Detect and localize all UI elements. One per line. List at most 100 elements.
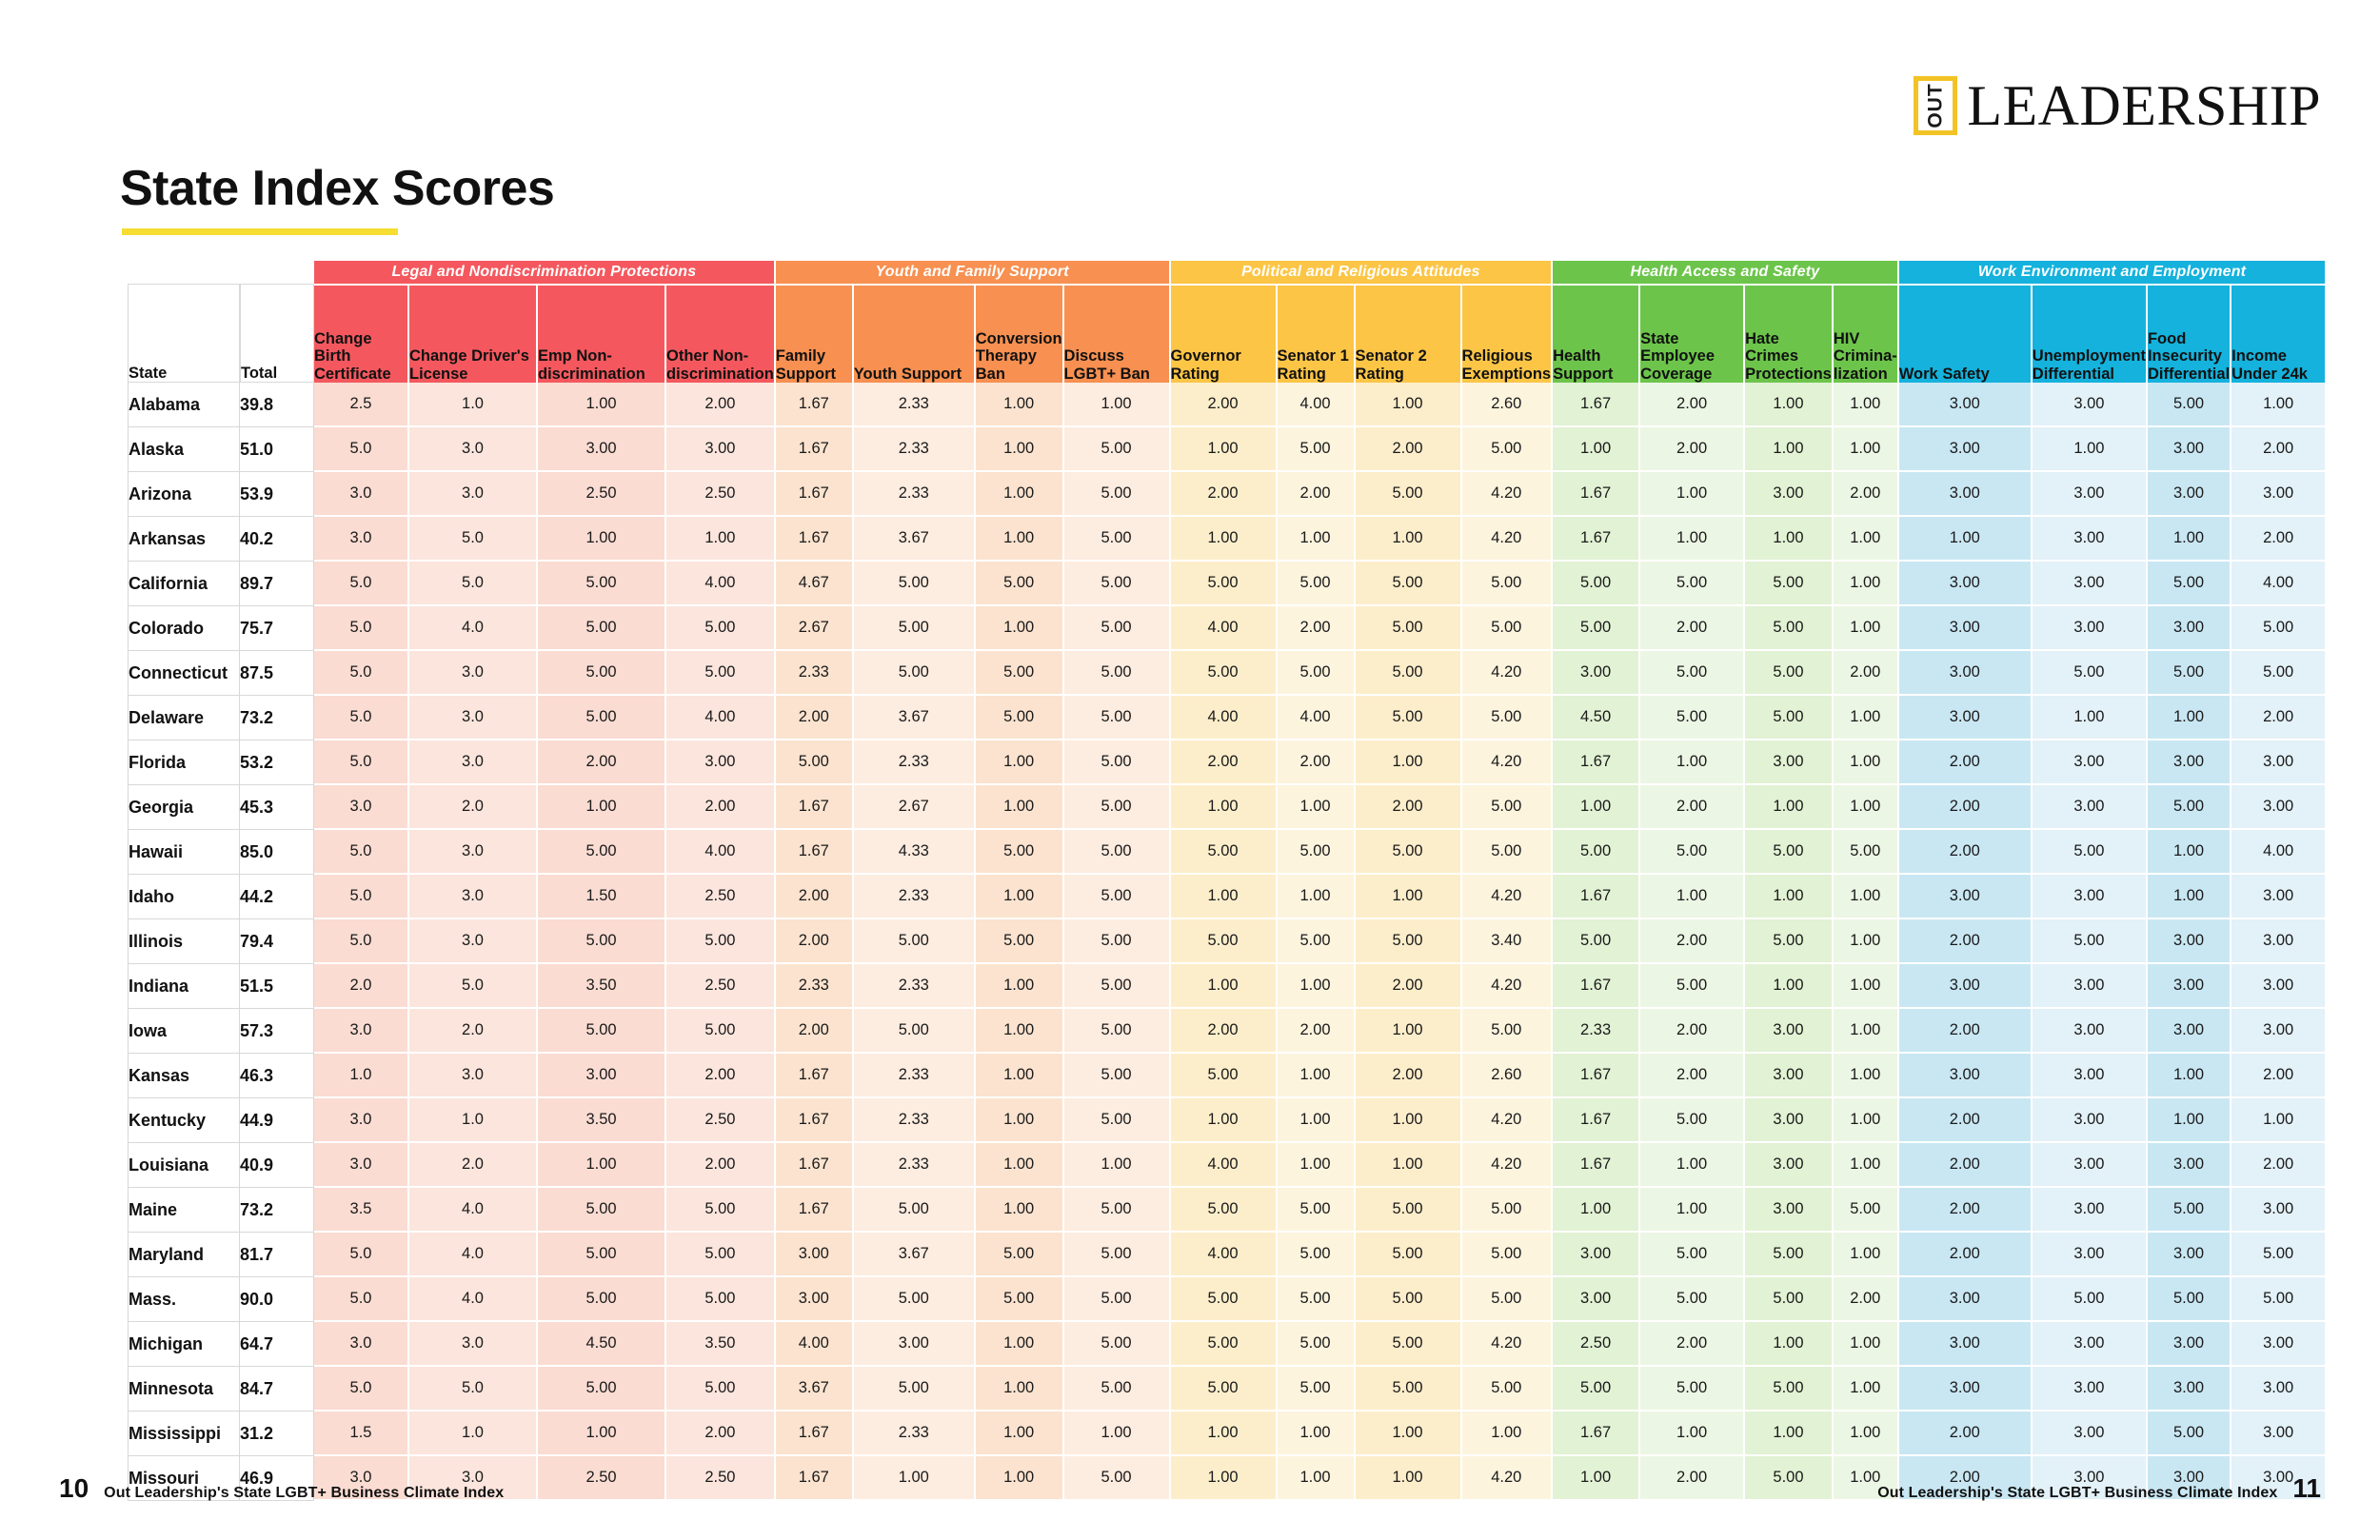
cell-value: 3.00: [1745, 1188, 1834, 1233]
cell-value: 1.00: [1553, 427, 1641, 472]
cell-state: Alabama: [128, 383, 240, 427]
cell-value: 5.00: [2147, 383, 2232, 427]
cell-value: 2.00: [538, 740, 666, 785]
cell-value: 1.00: [975, 606, 1064, 651]
cell-value: 1.00: [1355, 1143, 1462, 1188]
cell-value: 5.00: [1277, 830, 1356, 875]
cell-value: 5.00: [1063, 427, 1171, 472]
cell-value: 1.00: [1063, 1143, 1171, 1188]
table-row: Connecticut 87.5 5.0 3.0 5.00 5.00 2.33 5.00 5.0…: [128, 651, 2328, 696]
cell-value: 2.0: [314, 964, 409, 1009]
cell-value: 1.67: [1553, 517, 1641, 562]
cell-value: 1.67: [1553, 875, 1641, 919]
cell-value: 5.00: [1355, 1233, 1462, 1277]
cell-value: 1.00: [1833, 1009, 1899, 1054]
cell-value: 5.00: [1553, 562, 1641, 606]
cell-value: 5.00: [1745, 1277, 1834, 1322]
cell-value: 5.00: [975, 562, 1064, 606]
cell-value: 2.00: [1640, 427, 1746, 472]
cell-value: 3.00: [1553, 1277, 1641, 1322]
cell-value: 1.00: [975, 1367, 1064, 1412]
cell-value: 5.00: [1461, 562, 1554, 606]
cell-value: 2.00: [1640, 1009, 1746, 1054]
cell-value: 2.50: [666, 1098, 776, 1143]
state-index-table: Legal and Nondiscrimination Protections Y…: [128, 261, 2328, 1501]
cell-value: 5.0: [314, 651, 409, 696]
cell-value: 1.00: [1355, 517, 1462, 562]
cell-value: 2.00: [1898, 1188, 2033, 1233]
cell-value: 2.00: [775, 919, 854, 964]
cell-value: 1.00: [1833, 875, 1899, 919]
column-header-14: Hate Crimes Protections: [1745, 284, 1834, 383]
cell-value: 2.00: [1355, 1054, 1462, 1098]
column-header-3: Other Non-discrimination: [666, 284, 776, 383]
cell-value: 2.33: [853, 1412, 976, 1456]
cell-state: Idaho: [128, 875, 240, 919]
cell-value: 1.67: [775, 427, 854, 472]
table-row: Maine 73.2 3.5 4.0 5.00 5.00 1.67 5.00 1.00 5.00 5…: [128, 1188, 2328, 1233]
cell-value: 5.00: [1461, 427, 1554, 472]
cell-value: 5.00: [1063, 651, 1171, 696]
cell-value: 3.00: [775, 1233, 854, 1277]
cell-value: 5.00: [1745, 651, 1834, 696]
table-row: Minnesota 84.7 5.0 5.0 5.00 5.00 3.67 5.00 1.00 5…: [128, 1367, 2328, 1412]
cell-value: 3.00: [1745, 1098, 1834, 1143]
cell-value: 3.00: [2032, 1098, 2148, 1143]
cell-state: Connecticut: [128, 651, 240, 696]
cell-state: Alaska: [128, 427, 240, 472]
cell-total: 53.9: [240, 472, 314, 517]
cell-value: 1.67: [1553, 472, 1641, 517]
cell-value: 1.00: [975, 1009, 1064, 1054]
cell-value: 3.00: [2231, 964, 2328, 1009]
cell-value: 4.20: [1461, 1098, 1554, 1143]
cell-value: 3.00: [2231, 919, 2328, 964]
cell-value: 3.00: [1745, 1054, 1834, 1098]
cell-value: 4.00: [1277, 696, 1356, 740]
cell-value: 5.00: [1461, 1277, 1554, 1322]
cell-value: 3.00: [2231, 1412, 2328, 1456]
table-row: Illinois 79.4 5.0 3.0 5.00 5.00 2.00 5.00 5.00 5.…: [128, 919, 2328, 964]
cell-value: 1.00: [2147, 1098, 2232, 1143]
cell-value: 2.00: [1898, 1233, 2033, 1277]
cell-value: 5.00: [666, 1277, 776, 1322]
cell-value: 5.00: [1063, 919, 1171, 964]
cell-value: 5.00: [1063, 1233, 1171, 1277]
cell-value: 1.67: [775, 1098, 854, 1143]
cell-value: 2.00: [1277, 472, 1356, 517]
cell-value: 1.00: [975, 517, 1064, 562]
footer-caption-left: Out Leadership's State LGBT+ Business Cl…: [104, 1485, 505, 1501]
group-header-3: Health Access and Safety: [1553, 261, 1899, 284]
cell-value: 1.00: [1277, 517, 1356, 562]
cell-value: 1.00: [538, 517, 666, 562]
column-header-8: Governor Rating: [1170, 284, 1278, 383]
cell-value: 1.00: [1355, 383, 1462, 427]
cell-value: 1.00: [1833, 1367, 1899, 1412]
cell-value: 2.33: [853, 740, 976, 785]
column-header-11: Religious Exemptions: [1461, 284, 1554, 383]
cell-value: 1.67: [1553, 964, 1641, 1009]
cell-state: Mass.: [128, 1277, 240, 1322]
cell-value: 3.00: [2231, 1322, 2328, 1367]
cell-value: 1.00: [1640, 875, 1746, 919]
cell-value: 5.00: [1640, 696, 1746, 740]
cell-value: 5.0: [314, 830, 409, 875]
cell-value: 3.0: [409, 696, 538, 740]
cell-value: 5.00: [1063, 696, 1171, 740]
cell-value: 1.00: [1553, 1188, 1641, 1233]
cell-value: 3.00: [2032, 1367, 2148, 1412]
cell-value: 3.00: [2147, 1322, 2232, 1367]
cell-value: 3.0: [409, 875, 538, 919]
cell-value: 5.00: [1640, 830, 1746, 875]
cell-value: 5.0: [314, 562, 409, 606]
cell-state: Illinois: [128, 919, 240, 964]
cell-value: 4.20: [1461, 740, 1554, 785]
cell-value: 3.0: [409, 1322, 538, 1367]
cell-value: 2.00: [775, 1009, 854, 1054]
cell-value: 3.0: [314, 1009, 409, 1054]
cell-total: 85.0: [240, 830, 314, 875]
cell-value: 1.00: [1745, 517, 1834, 562]
cell-state: Hawaii: [128, 830, 240, 875]
cell-value: 2.33: [853, 1098, 976, 1143]
cell-value: 1.00: [2147, 696, 2232, 740]
cell-value: 5.00: [666, 1009, 776, 1054]
